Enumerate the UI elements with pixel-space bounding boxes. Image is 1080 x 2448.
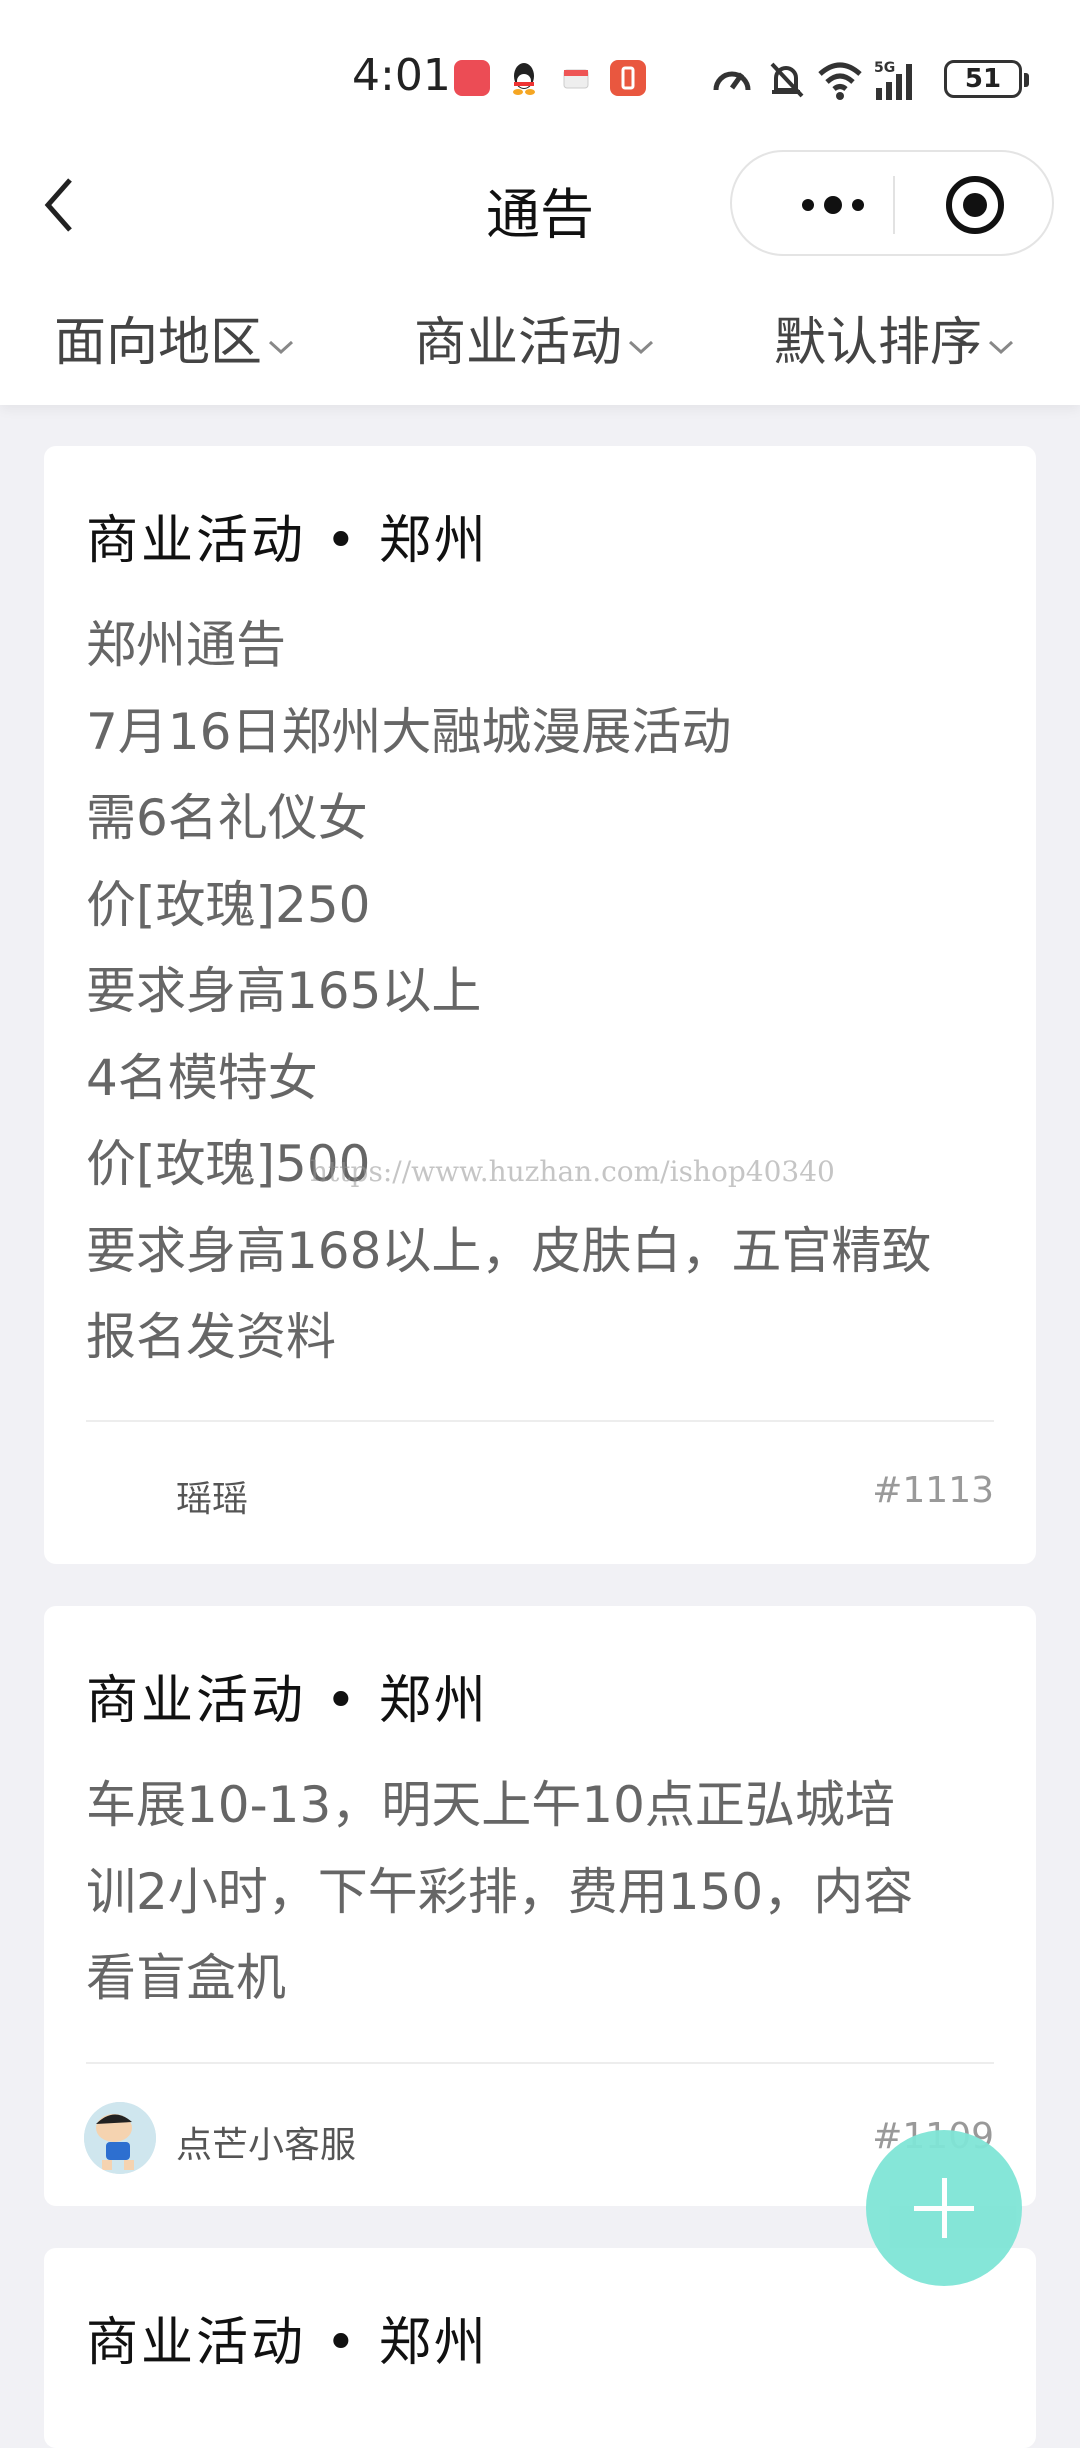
battery-icon: 51 (944, 60, 1029, 98)
post-line: 看盲盒机 (86, 1949, 286, 2007)
post-line: 7月16日郑州大融城漫展活动 (86, 702, 732, 761)
network-label: 5G (874, 60, 895, 76)
cube-app-icon (558, 60, 594, 96)
chevron-down-icon (629, 340, 654, 354)
author-name[interactable]: 瑶瑶 (176, 1470, 248, 1522)
more-button[interactable] (778, 182, 888, 228)
mini-program-capsule (730, 150, 1054, 256)
post-number: #1113 (872, 1470, 994, 1511)
post-line: 报名发资料 (86, 1308, 336, 1366)
mute-icon (764, 58, 808, 102)
qq-icon (506, 60, 542, 96)
post-content: 车展10-13，明天上午10点正弘城培 训2小时，下午彩排，费用150，内容 看… (86, 1762, 1006, 2022)
post-line: 郑州通告 (86, 616, 286, 674)
target-circle-icon (946, 176, 1004, 234)
post-header: 商业活动 • 郑州 (86, 2313, 489, 2373)
card-divider (86, 1420, 994, 1422)
watermark: https://www.huzhan.com/ishop40340 (310, 1155, 835, 1188)
chevron-down-icon (269, 340, 294, 354)
post-header: 商业活动 • 郑州 (86, 1671, 489, 1731)
post-line: 需6名礼仪女 (86, 789, 368, 847)
more-dots-icon (802, 196, 864, 214)
post-line: 要求身高165以上 (86, 962, 482, 1020)
speed-icon (710, 58, 754, 102)
card-divider (86, 2062, 994, 2064)
avatar[interactable] (84, 2102, 156, 2174)
post-header: 商业活动 • 郑州 (86, 511, 489, 571)
close-button[interactable] (944, 174, 1006, 236)
filter-category-label: 商业活动 (414, 313, 623, 373)
post-card[interactable]: 商业活动 • 郑州 郑州通告 7月16日郑州大融城漫展活动 需6名礼仪女 价[玫… (44, 446, 1036, 1564)
post-line: 要求身高168以上，皮肤白，五官精致 (86, 1221, 932, 1280)
filter-region-label: 面向地区 (54, 313, 263, 373)
author-name[interactable]: 点芒小客服 (176, 2116, 356, 2168)
filter-category[interactable]: 商业活动 (414, 300, 656, 375)
post-content: 郑州通告 7月16日郑州大融城漫展活动 需6名礼仪女 价[玫瑰]250 要求身高… (86, 602, 1006, 1381)
filter-sort[interactable]: 默认排序 (774, 300, 1016, 375)
add-post-button[interactable] (866, 2130, 1022, 2286)
notification-app-icon (610, 60, 646, 96)
filter-sort-label: 默认排序 (774, 313, 983, 373)
post-line: 4名模特女 (86, 1048, 318, 1107)
cartoon-avatar-icon (84, 2102, 156, 2174)
post-line: 价[玫瑰]250 (86, 875, 371, 934)
post-line: 训2小时，下午彩排，费用150，内容 (86, 1862, 914, 1921)
post-line: 车展10-13，明天上午10点正弘城培 (86, 1776, 895, 1834)
top-header: 4:01 5G 51 通告 面向地区 商业活动 默认排序 (0, 0, 1080, 405)
status-bar: 4:01 5G 51 (0, 40, 1080, 120)
filter-region[interactable]: 面向地区 (54, 300, 296, 375)
huawei-app-icon (454, 60, 490, 96)
status-time: 4:01 (352, 50, 451, 101)
capsule-divider (893, 176, 895, 234)
post-card[interactable]: 商业活动 • 郑州 (44, 2248, 1036, 2448)
chevron-down-icon (989, 340, 1014, 354)
signal-icon: 5G (874, 58, 930, 102)
post-card[interactable]: 商业活动 • 郑州 车展10-13，明天上午10点正弘城培 训2小时，下午彩排，… (44, 1606, 1036, 2206)
wifi-icon (816, 58, 864, 102)
